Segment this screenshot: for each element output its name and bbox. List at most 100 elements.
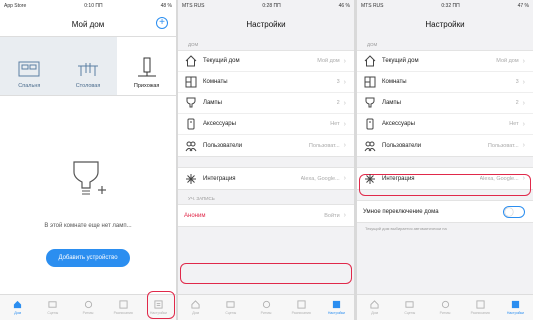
dining-table-icon <box>78 63 98 76</box>
status-battery: 46 % <box>338 3 350 9</box>
row-accessories[interactable]: Аксессуары Нет › <box>178 114 354 135</box>
tab-scenes[interactable]: Сцены <box>213 295 248 320</box>
house-icon <box>191 300 200 309</box>
users-icon <box>363 139 377 153</box>
screen-my-home: App Store 0:10 ПП 48 % Мой дом + Спальня… <box>0 0 176 320</box>
lamp-icon <box>363 96 377 110</box>
accessory-icon <box>184 117 198 131</box>
tab-label: Ритмы <box>260 311 272 315</box>
tab-scenes[interactable]: Сцены <box>392 295 427 320</box>
tab-home[interactable]: Дом <box>357 295 392 320</box>
users-icon <box>184 139 198 153</box>
smart-switch-toggle[interactable] <box>503 205 525 218</box>
room-selector: Спальня Столовая Прихожая <box>0 36 176 96</box>
tab-rhythms[interactable]: Ритмы <box>427 295 462 320</box>
bed-icon <box>18 61 40 77</box>
row-value: 2 <box>515 100 519 106</box>
row-label: Пользователи <box>382 142 422 149</box>
home-settings-list: Текущий дом Мой дом › Комнаты 3 › Лампы 2 › Ак… <box>178 50 354 157</box>
highlight-account-row <box>180 263 352 284</box>
row-value: Нет <box>509 121 519 127</box>
tab-home[interactable]: Дом <box>178 295 213 320</box>
integration-list: Интеграция Alexa, Google... › <box>178 167 354 190</box>
tab-label: Сцены <box>47 311 59 315</box>
integration-icon <box>184 172 198 186</box>
schedule-icon <box>119 300 128 309</box>
highlight-settings-tab <box>147 291 175 319</box>
tab-schedules[interactable]: Расписания <box>463 295 498 320</box>
tab-label: Дом <box>14 311 21 315</box>
row-users[interactable]: Пользователи Пользоват... › <box>357 135 533 156</box>
chevron-right-icon: › <box>522 175 525 182</box>
row-label: Интеграция <box>203 175 236 182</box>
accessory-icon <box>363 117 377 131</box>
row-label: Комнаты <box>382 79 407 85</box>
row-current-home[interactable]: Текущий дом Мой дом › <box>357 51 533 72</box>
room-tab-dining[interactable]: Столовая <box>59 37 118 95</box>
chevron-right-icon: › <box>522 142 525 149</box>
section-header-account: уч. запись <box>188 196 215 201</box>
row-current-home[interactable]: Текущий дом Мой дом › <box>178 51 354 72</box>
tab-label: Ритмы <box>439 311 451 315</box>
status-time: 0:28 ПП <box>262 3 281 9</box>
tab-label: Расписания <box>291 311 311 315</box>
row-integration[interactable]: Интеграция Alexa, Google... › <box>178 168 354 189</box>
row-value: 3 <box>515 79 519 85</box>
row-lamps[interactable]: Лампы 2 › <box>178 93 354 114</box>
row-label: Интеграция <box>382 175 415 182</box>
row-integration[interactable]: Интеграция Alexa, Google... › <box>357 168 533 189</box>
smart-switch-note: Текущий дом выбирается автоматически на <box>365 226 447 231</box>
tab-label: Настройки <box>506 311 524 315</box>
row-value: Мой дом <box>496 58 519 64</box>
tab-schedules[interactable]: Расписания <box>284 295 319 320</box>
tab-settings[interactable]: Настройки <box>498 295 533 320</box>
room-tab-bedroom[interactable]: Спальня <box>0 37 59 95</box>
scenes-icon <box>48 301 57 308</box>
tab-settings[interactable]: Настройки <box>319 295 354 320</box>
tab-schedules[interactable]: Расписания <box>106 295 141 320</box>
house-icon <box>13 300 22 309</box>
lightbulb-add-icon <box>73 161 106 195</box>
chevron-right-icon: › <box>343 120 346 128</box>
tab-bar: Дом Сцены Ритмы Расписания Настройки <box>357 294 533 320</box>
tab-label: Сцены <box>225 311 237 315</box>
tab-label: Ритмы <box>82 311 94 315</box>
tab-label: Сцены <box>404 311 416 315</box>
row-label: Лампы <box>203 100 222 106</box>
room-label: Прихожая <box>133 83 160 89</box>
chevron-right-icon: › <box>522 57 525 65</box>
tab-rhythms[interactable]: Ритмы <box>248 295 283 320</box>
room-tab-hallway[interactable]: Прихожая <box>117 37 176 95</box>
tab-scenes[interactable]: Сцены <box>35 295 70 320</box>
add-device-button[interactable]: Добавить устройство <box>46 249 130 267</box>
status-time: 0:32 ПП <box>441 3 460 9</box>
row-label: Лампы <box>382 100 401 106</box>
smart-switch-list: Умное переключение дома <box>357 200 533 223</box>
integration-list: Интеграция Alexa, Google... › <box>357 167 533 190</box>
sign-in-link[interactable]: Войти <box>324 213 339 219</box>
account-list: Аноним Войти › <box>178 204 354 227</box>
row-account[interactable]: Аноним Войти › <box>178 205 354 226</box>
tab-rhythms[interactable]: Ритмы <box>70 295 105 320</box>
row-value: 3 <box>336 79 340 85</box>
tab-home[interactable]: Дом <box>0 295 35 320</box>
chevron-right-icon: › <box>522 99 525 107</box>
row-value: Alexa, Google... <box>479 175 519 182</box>
scenes-icon <box>405 301 414 308</box>
add-icon[interactable]: + <box>156 17 168 29</box>
settings-icon <box>332 300 341 309</box>
row-accessories[interactable]: Аксессуары Нет › <box>357 114 533 135</box>
status-battery: 48 % <box>160 3 172 9</box>
home-icon <box>184 54 198 68</box>
home-icon <box>363 54 377 68</box>
nav-bar: Настройки <box>178 12 354 36</box>
row-users[interactable]: Пользователи Пользоват... › <box>178 135 354 156</box>
schedule-icon <box>476 300 485 309</box>
row-rooms[interactable]: Комнаты 3 › <box>178 72 354 93</box>
status-battery: 47 % <box>517 3 529 9</box>
schedule-icon <box>297 300 306 309</box>
page-title: Настройки <box>425 19 465 29</box>
row-label: Текущий дом <box>203 58 240 64</box>
row-rooms[interactable]: Комнаты 3 › <box>357 72 533 93</box>
row-lamps[interactable]: Лампы 2 › <box>357 93 533 114</box>
